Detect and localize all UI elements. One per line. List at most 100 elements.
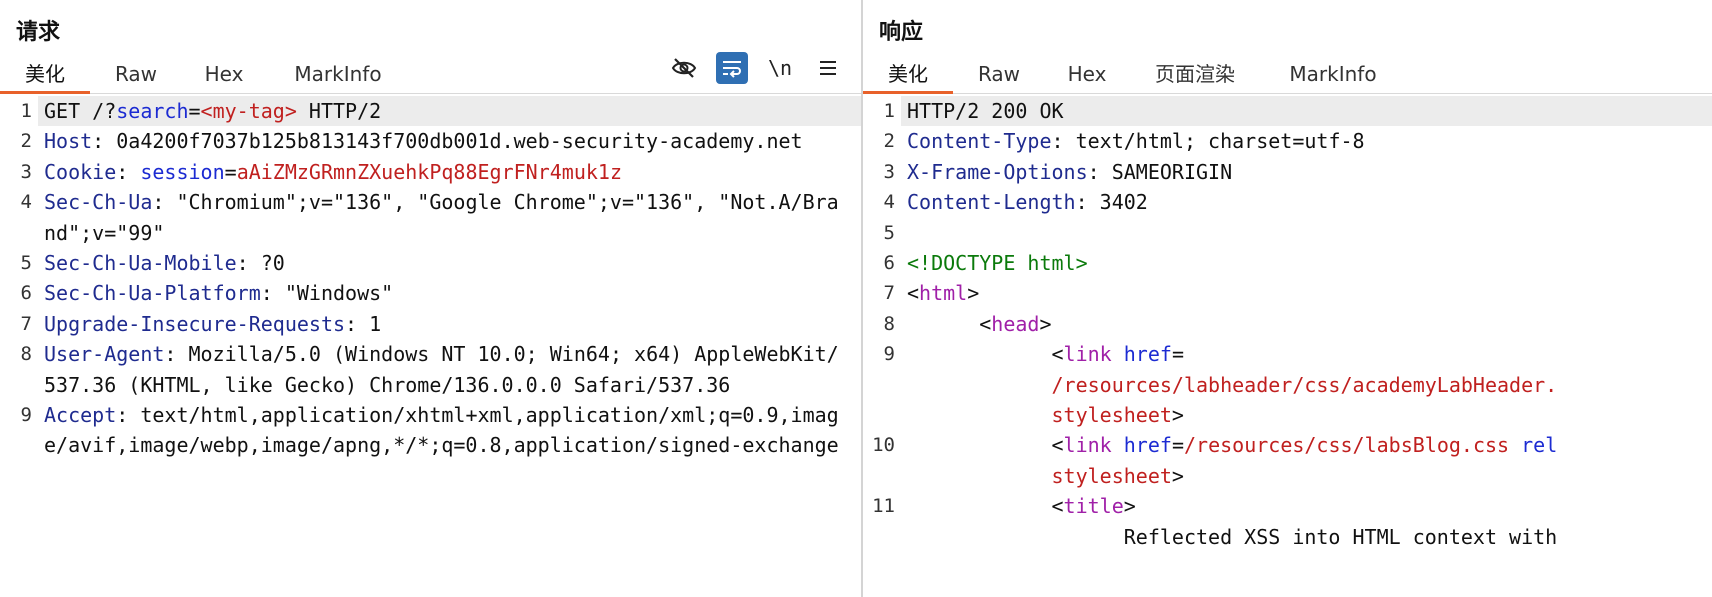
token: : 0a4200f7037b125b813143f700db001d.web-s… bbox=[92, 129, 803, 154]
line-number: 11 bbox=[872, 495, 895, 518]
token: < bbox=[907, 342, 1064, 367]
line-number: 5 bbox=[883, 221, 895, 244]
menu-icon[interactable] bbox=[812, 52, 844, 84]
request-title: 请求 bbox=[16, 20, 61, 45]
line-content: stylesheet> bbox=[901, 400, 1712, 430]
token: Host bbox=[44, 129, 93, 154]
code-line: 2 Host: 0a4200f7037b125b813143f700db001d.… bbox=[0, 126, 861, 156]
token: HTTP/2 bbox=[296, 99, 382, 123]
line-number: 4 bbox=[20, 191, 32, 214]
response-title: 响应 bbox=[879, 20, 924, 45]
token: : Mozilla/5.0 (Windows NT 10.0; Win64; x… bbox=[44, 342, 839, 397]
line-number: 10 bbox=[872, 434, 895, 457]
code-line: 10 <link href=/resources/css/labsBlog.cs… bbox=[863, 430, 1712, 460]
response-editor[interactable]: 1 HTTP/2 200 OK 2 Content-Type: text/html; … bbox=[863, 96, 1712, 597]
token: : SAMEORIGIN bbox=[1087, 159, 1233, 184]
token: /resources/labheader/css/academyLabHeade… bbox=[907, 372, 1558, 397]
token: aAiZMzGRmnZXuehkPq88EgrFNr4muk1z bbox=[236, 159, 622, 184]
line-content: Upgrade-Insecure-Requests: 1 bbox=[38, 309, 861, 339]
code-line: 5 bbox=[863, 218, 1712, 248]
token: href bbox=[1123, 433, 1172, 458]
code-line: 1 GET /?search=<my-tag> HTTP/2 bbox=[0, 96, 861, 127]
code-line: 2 Content-Type: text/html; charset=utf-8 bbox=[863, 126, 1712, 156]
line-number: 2 bbox=[883, 130, 895, 153]
line-content: <title> bbox=[901, 491, 1712, 521]
token: : 1 bbox=[345, 311, 382, 336]
response-tabs: 美化 Raw Hex 页面渲染 MarkInfo bbox=[863, 56, 1712, 94]
token: Cookie bbox=[44, 159, 117, 184]
token: < bbox=[907, 281, 920, 306]
line-content: GET /?search=<my-tag> HTTP/2 bbox=[38, 96, 861, 127]
line-content: Sec-Ch-Ua: "Chromium";v="136", "Google C… bbox=[38, 187, 861, 248]
token: Sec-Ch-Ua bbox=[44, 190, 153, 215]
code-line: 7 Upgrade-Insecure-Requests: 1 bbox=[0, 309, 861, 339]
tab-hex[interactable]: Hex bbox=[1049, 56, 1125, 94]
token: stylesheet bbox=[907, 463, 1172, 488]
token: session bbox=[140, 159, 225, 184]
code-line: Reflected XSS into HTML context with bbox=[863, 522, 1712, 552]
token: < bbox=[907, 494, 1064, 519]
token: > bbox=[1171, 403, 1184, 428]
token: = bbox=[224, 159, 237, 184]
line-number: 7 bbox=[20, 312, 32, 335]
hide-icon[interactable] bbox=[668, 52, 700, 84]
code-line: 1 HTTP/2 200 OK bbox=[863, 96, 1712, 127]
line-number: 2 bbox=[20, 130, 32, 153]
line-content: stylesheet> bbox=[901, 461, 1712, 491]
request-editor[interactable]: 1 GET /?search=<my-tag> HTTP/2 2 Host: 0a42… bbox=[0, 96, 861, 597]
line-number: 8 bbox=[883, 312, 895, 335]
token: : "Chromium";v="136", "Google Chrome";v=… bbox=[44, 190, 839, 245]
code-line: 8 <head> bbox=[863, 309, 1712, 339]
code-line: 8 User-Agent: Mozilla/5.0 (Windows NT 10.… bbox=[0, 339, 861, 400]
token: = bbox=[188, 99, 201, 123]
token: GET /? bbox=[44, 99, 117, 123]
code-line: 5 Sec-Ch-Ua-Mobile: ?0 bbox=[0, 248, 861, 278]
token: HTTP/2 200 OK bbox=[907, 99, 1064, 123]
line-content: Host: 0a4200f7037b125b813143f700db001d.w… bbox=[38, 126, 861, 156]
token: Sec-Ch-Ua-Platform bbox=[44, 281, 261, 306]
tab-raw[interactable]: Raw bbox=[961, 56, 1037, 94]
token: Accept bbox=[44, 403, 117, 428]
token: Upgrade-Insecure-Requests bbox=[44, 311, 346, 336]
token: Sec-Ch-Ua-Mobile bbox=[44, 251, 237, 276]
token: rel bbox=[1521, 433, 1558, 458]
line-number bbox=[863, 400, 901, 430]
line-content bbox=[901, 218, 1712, 248]
code-line: /resources/labheader/css/academyLabHeade… bbox=[863, 370, 1712, 400]
code-line: 6 <!DOCTYPE html> bbox=[863, 248, 1712, 278]
line-content: <head> bbox=[901, 309, 1712, 339]
code-line: stylesheet> bbox=[863, 461, 1712, 491]
request-pane: 请求 美化 Raw Hex MarkInfo \n 1 GET /?search=… bbox=[0, 0, 861, 597]
token: > bbox=[1171, 463, 1184, 488]
line-number: 1 bbox=[883, 100, 895, 122]
newline-icon[interactable]: \n bbox=[764, 52, 796, 84]
token: : text/html,application/xhtml+xml,applic… bbox=[44, 403, 839, 458]
token: = bbox=[1171, 433, 1184, 458]
token: href bbox=[1123, 342, 1172, 367]
line-number: 3 bbox=[20, 160, 32, 183]
token: > bbox=[1039, 311, 1052, 336]
token: search bbox=[116, 99, 189, 123]
token: = bbox=[1171, 342, 1184, 367]
line-content: Sec-Ch-Ua-Mobile: ?0 bbox=[38, 248, 861, 278]
wrap-icon[interactable] bbox=[716, 52, 748, 84]
line-content: Accept: text/html,application/xhtml+xml,… bbox=[38, 400, 861, 461]
tab-pretty[interactable]: 美化 bbox=[863, 56, 953, 94]
request-toolbar: \n bbox=[0, 52, 861, 86]
token: : ?0 bbox=[236, 251, 285, 276]
code-line: 7 <html> bbox=[863, 278, 1712, 308]
token: <!DOCTYPE html> bbox=[907, 251, 1088, 276]
code-line: 4 Content-Length: 3402 bbox=[863, 187, 1712, 217]
line-number bbox=[863, 522, 901, 552]
code-line: 9 <link href= bbox=[863, 339, 1712, 369]
tab-markinfo[interactable]: MarkInfo bbox=[1275, 56, 1391, 94]
line-number bbox=[863, 370, 901, 400]
tab-render[interactable]: 页面渲染 bbox=[1135, 56, 1255, 94]
token: title bbox=[1063, 494, 1124, 519]
token: Content-Length bbox=[907, 190, 1076, 215]
line-number: 4 bbox=[883, 191, 895, 214]
token: < bbox=[907, 311, 992, 336]
